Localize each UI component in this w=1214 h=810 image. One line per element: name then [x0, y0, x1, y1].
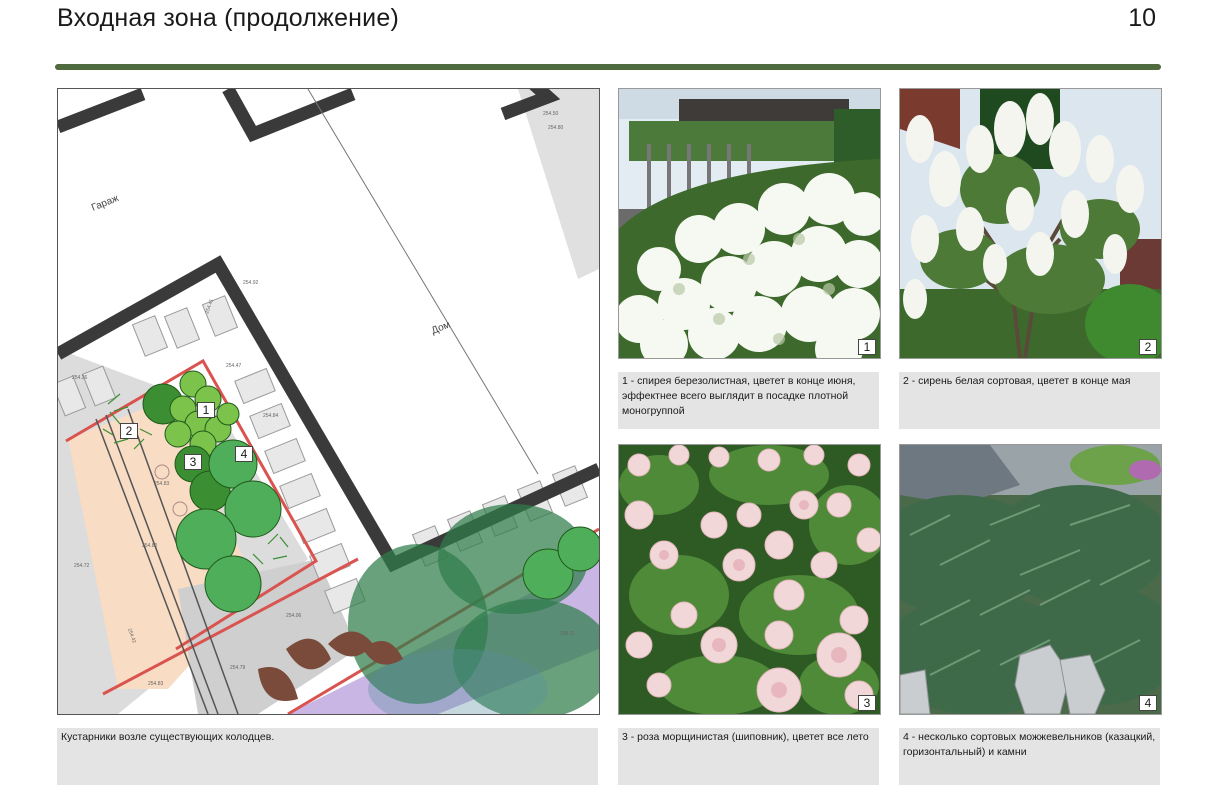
spot-height: 254.80	[548, 125, 564, 131]
plan-marker-4: 4	[235, 446, 253, 462]
photo-number-3: 3	[858, 695, 876, 711]
plan-caption: Кустарники возле существующих колодцев.	[57, 728, 598, 785]
spot-height: 254.80	[142, 543, 158, 549]
page-number: 10	[1128, 4, 1156, 32]
plan-marker-3: 3	[184, 454, 202, 470]
site-plan: Гараж Дом 254.41 254.47 254.92 254.84 25…	[57, 88, 600, 715]
spot-height: 254.84	[263, 413, 279, 419]
spot-height: 254.92	[243, 280, 259, 286]
caption-lilac: 2 - сирень белая сортовая, цветет в конц…	[899, 372, 1160, 429]
garage-label: Гараж	[90, 193, 121, 214]
caption-spiraea: 1 - спирея березолистная, цветет в конце…	[618, 372, 879, 429]
caption-rose: 3 - роза морщинистая (шиповник), цветет …	[618, 728, 879, 785]
photo-juniper: 4	[899, 444, 1162, 715]
photo-number-2: 2	[1139, 339, 1157, 355]
caption-juniper: 4 - несколько сортовых можжевельников (к…	[899, 728, 1160, 785]
plan-marker-1: 1	[197, 402, 215, 418]
spot-height: 254.47	[226, 363, 242, 369]
spot-height: 254.83	[154, 481, 170, 487]
page-title: Входная зона (продолжение)	[57, 4, 399, 32]
spot-height: 254.11	[560, 631, 575, 637]
plan-marker-2: 2	[120, 423, 138, 439]
photo-number-4: 4	[1139, 695, 1157, 711]
house-label: Дом	[430, 319, 452, 336]
spot-height: 254.06	[286, 613, 302, 619]
spot-height: 254.36	[72, 375, 88, 381]
spot-height: 254.50	[543, 111, 559, 117]
header-rule	[55, 64, 1161, 70]
photo-rose: 3	[618, 444, 881, 715]
spot-height: 254.83	[148, 681, 164, 687]
photo-spiraea: 1	[618, 88, 881, 359]
photo-number-1: 1	[858, 339, 876, 355]
spot-height: 254.72	[74, 563, 90, 569]
spot-height: 254.79	[230, 665, 246, 671]
photo-lilac: 2	[899, 88, 1162, 359]
